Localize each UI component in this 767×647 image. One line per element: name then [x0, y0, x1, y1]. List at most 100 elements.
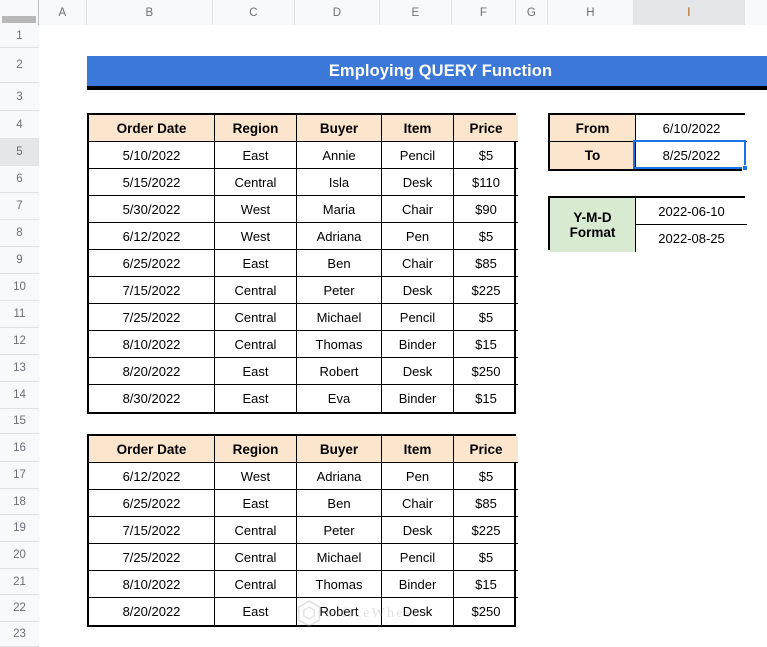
source-table-cell[interactable]: Desk: [382, 358, 454, 385]
source-table-cell[interactable]: 8/30/2022: [89, 385, 215, 412]
row-header-14[interactable]: 14: [0, 382, 39, 409]
result-table-cell[interactable]: $15: [454, 571, 518, 598]
result-table-cell[interactable]: 8/20/2022: [89, 598, 215, 625]
result-table-cell[interactable]: Pen: [382, 463, 454, 490]
result-table-cell[interactable]: Robert: [297, 598, 382, 625]
row-header-16[interactable]: 16: [0, 434, 39, 462]
source-table-cell[interactable]: Binder: [382, 385, 454, 412]
source-table-cell[interactable]: $5: [454, 304, 518, 331]
row-header-23[interactable]: 23: [0, 622, 39, 647]
result-table-cell[interactable]: 8/10/2022: [89, 571, 215, 598]
row-header-2[interactable]: 2: [0, 48, 39, 83]
source-table-cell[interactable]: $90: [454, 196, 518, 223]
result-table-cell[interactable]: Michael: [297, 544, 382, 571]
column-header-f[interactable]: F: [452, 0, 516, 25]
result-table-cell[interactable]: $225: [454, 517, 518, 544]
source-table-cell[interactable]: Pencil: [382, 304, 454, 331]
select-all-corner[interactable]: [0, 0, 39, 25]
row-header-22[interactable]: 22: [0, 595, 39, 622]
to-date-cell[interactable]: 8/25/2022: [636, 142, 747, 169]
source-table-cell[interactable]: Desk: [382, 169, 454, 196]
source-table-cell[interactable]: Robert: [297, 358, 382, 385]
source-table-cell[interactable]: Chair: [382, 196, 454, 223]
result-table-cell[interactable]: 7/15/2022: [89, 517, 215, 544]
row-header-5[interactable]: 5: [0, 139, 39, 166]
result-table-cell[interactable]: Adriana: [297, 463, 382, 490]
result-table-cell[interactable]: West: [215, 463, 297, 490]
result-table-cell[interactable]: $85: [454, 490, 518, 517]
source-table-cell[interactable]: 7/15/2022: [89, 277, 215, 304]
result-table-cell[interactable]: Desk: [382, 517, 454, 544]
result-table-cell[interactable]: 6/12/2022: [89, 463, 215, 490]
column-header-c[interactable]: C: [213, 0, 295, 25]
source-table-cell[interactable]: $15: [454, 385, 518, 412]
result-table-cell[interactable]: $5: [454, 544, 518, 571]
row-header-21[interactable]: 21: [0, 569, 39, 595]
source-table-cell[interactable]: $15: [454, 331, 518, 358]
row-header-18[interactable]: 18: [0, 489, 39, 515]
result-table-cell[interactable]: Binder: [382, 571, 454, 598]
source-table-cell[interactable]: Pencil: [382, 142, 454, 169]
ymd-from-cell[interactable]: 2022-06-10: [636, 198, 747, 225]
result-table-cell[interactable]: East: [215, 490, 297, 517]
row-header-1[interactable]: 1: [0, 25, 39, 48]
source-table-cell[interactable]: East: [215, 358, 297, 385]
source-table-cell[interactable]: 6/25/2022: [89, 250, 215, 277]
source-table-cell[interactable]: $85: [454, 250, 518, 277]
row-header-6[interactable]: 6: [0, 166, 39, 193]
source-table-cell[interactable]: Central: [215, 304, 297, 331]
result-table-cell[interactable]: Desk: [382, 598, 454, 625]
source-table-cell[interactable]: 5/30/2022: [89, 196, 215, 223]
source-table-cell[interactable]: Peter: [297, 277, 382, 304]
source-table-cell[interactable]: Maria: [297, 196, 382, 223]
result-table-cell[interactable]: East: [215, 598, 297, 625]
result-table-cell[interactable]: Pencil: [382, 544, 454, 571]
source-table-cell[interactable]: Central: [215, 331, 297, 358]
source-table-cell[interactable]: Annie: [297, 142, 382, 169]
source-table-cell[interactable]: Central: [215, 169, 297, 196]
row-header-10[interactable]: 10: [0, 274, 39, 301]
source-table-cell[interactable]: $225: [454, 277, 518, 304]
source-table-cell[interactable]: $5: [454, 142, 518, 169]
row-header-9[interactable]: 9: [0, 247, 39, 274]
row-header-3[interactable]: 3: [0, 83, 39, 111]
source-table-cell[interactable]: East: [215, 250, 297, 277]
fill-handle[interactable]: [742, 165, 748, 171]
ymd-to-cell[interactable]: 2022-08-25: [636, 225, 747, 252]
from-date-cell[interactable]: 6/10/2022: [636, 115, 747, 142]
row-header-13[interactable]: 13: [0, 355, 39, 382]
source-table-cell[interactable]: East: [215, 142, 297, 169]
source-table-cell[interactable]: West: [215, 196, 297, 223]
result-table-cell[interactable]: Central: [215, 571, 297, 598]
source-table-cell[interactable]: Adriana: [297, 223, 382, 250]
column-header-a[interactable]: A: [39, 0, 87, 25]
row-header-17[interactable]: 17: [0, 462, 39, 489]
row-header-20[interactable]: 20: [0, 542, 39, 569]
column-header-g[interactable]: G: [516, 0, 548, 25]
row-header-12[interactable]: 12: [0, 328, 39, 355]
source-table-cell[interactable]: $250: [454, 358, 518, 385]
source-table-cell[interactable]: Binder: [382, 331, 454, 358]
column-header-e[interactable]: E: [380, 0, 452, 25]
column-header-h[interactable]: H: [548, 0, 634, 25]
column-header-b[interactable]: B: [87, 0, 213, 25]
source-table-cell[interactable]: 8/10/2022: [89, 331, 215, 358]
row-header-19[interactable]: 19: [0, 515, 39, 542]
source-table-cell[interactable]: Eva: [297, 385, 382, 412]
source-table-cell[interactable]: Desk: [382, 277, 454, 304]
result-table-cell[interactable]: Thomas: [297, 571, 382, 598]
source-table-cell[interactable]: $110: [454, 169, 518, 196]
result-table-cell[interactable]: Ben: [297, 490, 382, 517]
source-table-cell[interactable]: 7/25/2022: [89, 304, 215, 331]
source-table-cell[interactable]: Michael: [297, 304, 382, 331]
column-header-d[interactable]: D: [295, 0, 380, 25]
source-table-cell[interactable]: Chair: [382, 250, 454, 277]
result-table-cell[interactable]: Chair: [382, 490, 454, 517]
row-header-11[interactable]: 11: [0, 301, 39, 328]
result-table-cell[interactable]: Central: [215, 544, 297, 571]
row-header-8[interactable]: 8: [0, 220, 39, 247]
row-header-15[interactable]: 15: [0, 409, 39, 434]
source-table-cell[interactable]: 8/20/2022: [89, 358, 215, 385]
source-table-cell[interactable]: West: [215, 223, 297, 250]
source-table-cell[interactable]: $5: [454, 223, 518, 250]
